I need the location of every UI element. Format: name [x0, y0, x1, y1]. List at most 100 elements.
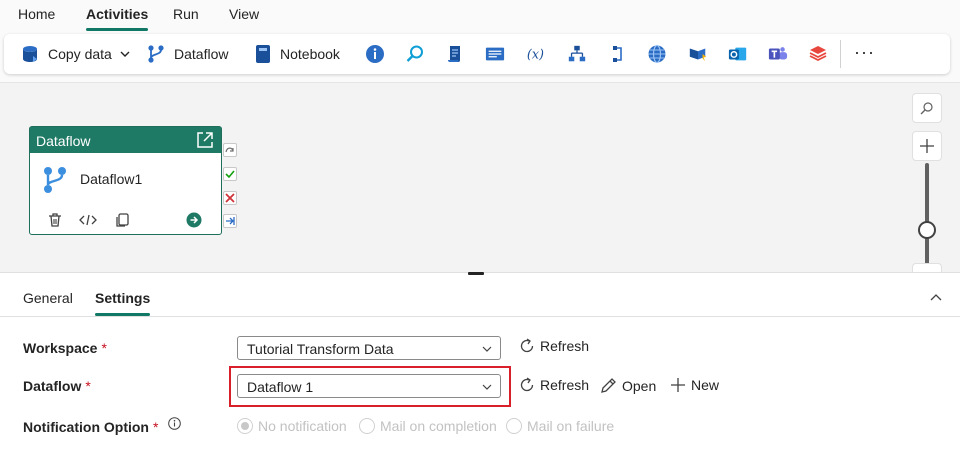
- azure-function-icon[interactable]: [688, 44, 708, 64]
- delete-icon[interactable]: [46, 211, 64, 229]
- tab-view[interactable]: View: [229, 6, 259, 22]
- copy-data-button[interactable]: Copy data: [20, 34, 130, 74]
- more-options-button[interactable]: ···: [854, 42, 875, 63]
- activity-type-label: Dataflow: [36, 133, 91, 149]
- radio-label: Mail on failure: [527, 418, 615, 434]
- dataflow-label: Dataflow *: [23, 378, 91, 394]
- new-dataflow-button[interactable]: New: [670, 377, 719, 393]
- tab-settings-label: Settings: [95, 290, 151, 306]
- notebook-button[interactable]: Notebook: [254, 34, 340, 74]
- outlook-icon[interactable]: [728, 44, 748, 64]
- panel-divider: [0, 316, 960, 317]
- tab-general[interactable]: General: [23, 290, 73, 306]
- dataflow-label: Dataflow: [174, 46, 229, 62]
- tab-activities[interactable]: Activities: [86, 6, 149, 31]
- open-dataflow-label: Open: [622, 378, 657, 394]
- tab-general-label: General: [23, 290, 73, 306]
- required-marker: *: [101, 340, 107, 356]
- zoom-slider-track[interactable]: [925, 163, 929, 273]
- completion-connector-icon[interactable]: [223, 214, 237, 228]
- code-icon[interactable]: [79, 211, 97, 229]
- tab-run-label: Run: [173, 6, 199, 22]
- dataflow-refresh-label: Refresh: [540, 377, 590, 393]
- copy-icon[interactable]: [113, 211, 131, 229]
- radio-button: [359, 418, 375, 434]
- required-marker: *: [152, 419, 159, 435]
- search-icon: [920, 102, 933, 115]
- plus-icon: [671, 378, 685, 392]
- plus-icon: [920, 139, 934, 153]
- chevron-down-icon: [482, 346, 492, 352]
- chevron-down-icon: [120, 51, 130, 57]
- activity-header: Dataflow: [30, 127, 221, 153]
- dataflow-activity-card[interactable]: Dataflow Dataflow1: [29, 126, 222, 235]
- radio-no-notification[interactable]: No notification: [237, 418, 347, 434]
- canvas-search-button[interactable]: [912, 93, 942, 123]
- new-dataflow-label: New: [691, 377, 720, 393]
- tab-activities-label: Activities: [86, 6, 149, 22]
- refresh-icon: [520, 338, 534, 353]
- skip-connector-icon[interactable]: [223, 143, 237, 157]
- script-icon[interactable]: [445, 44, 465, 64]
- workspace-refresh-label: Refresh: [540, 338, 590, 354]
- chevron-down-icon: [482, 384, 492, 390]
- run-arrow-icon[interactable]: [185, 211, 203, 229]
- resize-handle[interactable]: [468, 272, 484, 275]
- radio-mail-on-completion[interactable]: Mail on completion: [359, 418, 497, 434]
- radio-label: Mail on completion: [380, 418, 497, 434]
- web-activity-icon[interactable]: [647, 44, 667, 64]
- dataflow-select[interactable]: Dataflow 1: [237, 374, 501, 398]
- tab-home[interactable]: Home: [18, 6, 55, 22]
- notebook-label: Notebook: [280, 46, 340, 62]
- workspace-refresh-button[interactable]: Refresh: [519, 338, 589, 354]
- dataflow-refresh-button[interactable]: Refresh: [519, 377, 589, 393]
- info-icon[interactable]: [168, 417, 182, 430]
- workspace-select[interactable]: Tutorial Transform Data: [237, 336, 501, 360]
- refresh-icon: [520, 377, 534, 392]
- success-connector-icon[interactable]: [223, 167, 237, 181]
- tab-settings[interactable]: Settings: [95, 290, 151, 316]
- collapse-panel-button[interactable]: [926, 288, 946, 308]
- activity-name: Dataflow1: [80, 171, 143, 187]
- database-icon: [23, 46, 37, 62]
- active-tab-indicator: [86, 28, 149, 31]
- if-condition-icon[interactable]: [607, 44, 627, 64]
- top-menu: Home Activities Run View: [0, 0, 960, 31]
- set-variable-icon[interactable]: (x): [526, 44, 546, 64]
- pencil-icon: [601, 378, 616, 393]
- radio-button-checked: [237, 418, 253, 434]
- dataflow-icon: [148, 45, 164, 63]
- workspace-value: Tutorial Transform Data: [247, 341, 394, 357]
- tab-home-label: Home: [18, 6, 56, 22]
- dataflow-icon: [44, 167, 66, 193]
- radio-button: [506, 418, 522, 434]
- tab-run[interactable]: Run: [173, 6, 199, 22]
- info-activity-icon[interactable]: [365, 44, 385, 64]
- activities-ribbon: Copy data Dataflow Notebook (x) ···: [4, 34, 950, 74]
- radio-label: No notification: [258, 418, 347, 434]
- databricks-icon[interactable]: [808, 44, 828, 64]
- dataflow-value: Dataflow 1: [247, 379, 314, 395]
- notification-label-text: Notification Option: [23, 419, 149, 435]
- open-external-icon[interactable]: [196, 131, 214, 149]
- chevron-up-icon: [930, 294, 942, 301]
- workspace-label: Workspace *: [23, 340, 107, 356]
- radio-mail-on-failure[interactable]: Mail on failure: [506, 418, 614, 434]
- switch-icon[interactable]: [567, 44, 587, 64]
- failure-connector-icon[interactable]: [223, 191, 237, 205]
- dataflow-label-text: Dataflow: [23, 378, 82, 394]
- properties-panel: General Settings Workspace * Tutorial Tra…: [0, 276, 960, 459]
- svg-text:(x): (x): [527, 47, 544, 62]
- pipeline-canvas[interactable]: Dataflow Dataflow1: [0, 82, 960, 273]
- zoom-in-button[interactable]: [912, 131, 942, 161]
- workspace-label-text: Workspace: [23, 340, 98, 356]
- teams-icon[interactable]: [768, 44, 788, 64]
- copy-data-label: Copy data: [48, 46, 112, 62]
- lookup-icon[interactable]: [405, 44, 425, 64]
- notebook-icon: [256, 45, 270, 63]
- ribbon-separator: [840, 40, 841, 68]
- zoom-slider-thumb[interactable]: [918, 221, 936, 239]
- dataflow-button[interactable]: Dataflow: [146, 34, 228, 74]
- open-dataflow-button[interactable]: Open: [599, 377, 656, 395]
- stored-procedure-icon[interactable]: [485, 44, 505, 64]
